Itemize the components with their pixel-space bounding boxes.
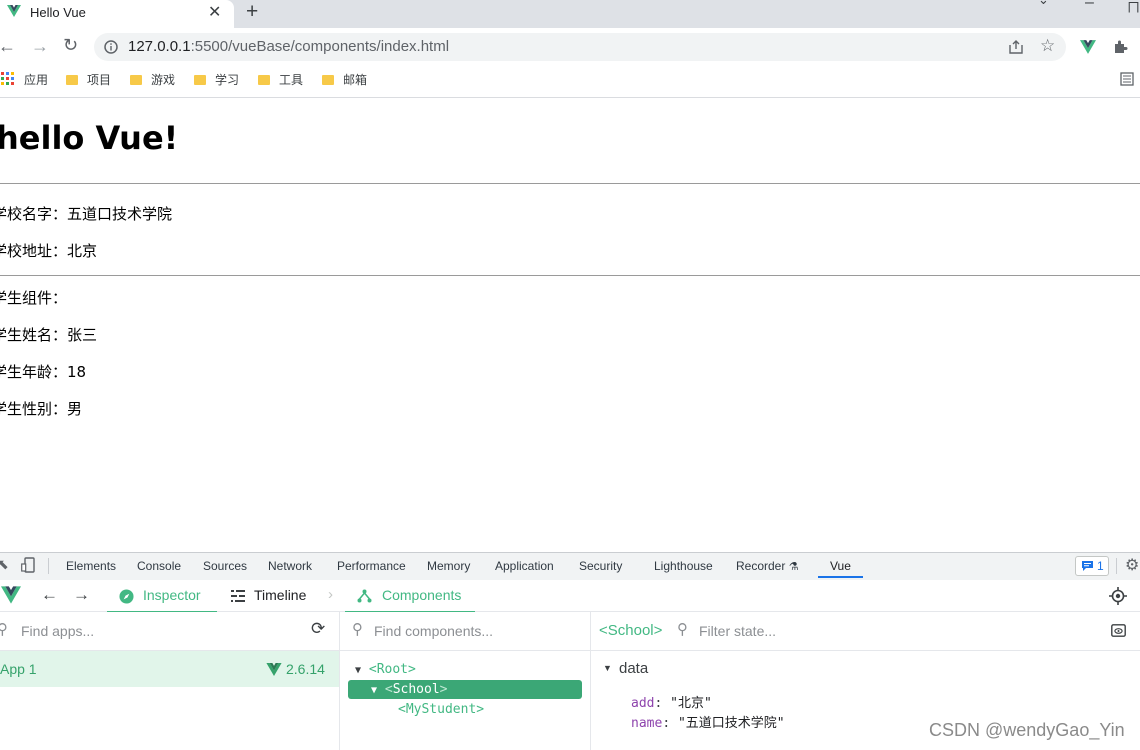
tab-security[interactable]: Security: [579, 559, 622, 573]
reload-icon[interactable]: ↻: [63, 35, 78, 56]
extensions-icon[interactable]: [1112, 39, 1128, 55]
search-icon: ⚲: [0, 621, 8, 638]
tab-recorder[interactable]: Recorder ⚗: [736, 559, 799, 573]
divider: [0, 183, 1140, 184]
tab-lighthouse[interactable]: Lighthouse: [654, 559, 713, 573]
school-address: 学校地址：北京: [0, 242, 98, 260]
student-component-label: 学生组件：: [0, 289, 68, 307]
bookmark-folder-games[interactable]: 游戏: [130, 71, 175, 88]
bookmark-folder-tools[interactable]: 工具: [258, 71, 303, 88]
tab-search-icon[interactable]: ⌄: [1038, 0, 1049, 8]
tree-node-root[interactable]: ▼ <Root>: [355, 662, 416, 677]
state-search-row: [591, 612, 1140, 651]
components-label: Components: [382, 587, 462, 603]
tab-title: Hello Vue: [30, 5, 86, 20]
divider: [0, 275, 1140, 276]
page-heading: hello Vue!: [0, 119, 179, 157]
tab-application[interactable]: Application: [495, 559, 554, 573]
tab-network[interactable]: Network: [268, 559, 312, 573]
flask-icon: ⚗: [788, 561, 799, 573]
vue-logo-icon: [266, 663, 282, 676]
search-icon: ⚲: [352, 621, 363, 638]
bookmark-apps[interactable]: 应用: [24, 71, 48, 88]
component-tree-icon: [357, 589, 372, 603]
student-name: 学生姓名：张三: [0, 326, 98, 344]
vue-devtools-extension-icon[interactable]: [1080, 40, 1096, 54]
tab-vue[interactable]: Vue: [830, 559, 851, 573]
message-icon: [1082, 561, 1093, 571]
settings-gear-icon[interactable]: ⚙: [1125, 555, 1139, 575]
compass-icon: [119, 589, 134, 604]
tab-timeline[interactable]: Timeline: [254, 587, 306, 603]
student-age: 学生年龄：18: [0, 363, 87, 381]
app-name: App 1: [0, 661, 37, 677]
tab-console[interactable]: Console: [137, 559, 181, 573]
find-apps-input[interactable]: Find apps...: [21, 623, 94, 639]
back-arrow-icon[interactable]: ←: [41, 585, 58, 605]
bookmark-folder-study[interactable]: 学习: [194, 71, 239, 88]
separator: [48, 558, 49, 574]
active-tab-indicator: [818, 576, 863, 578]
caret-down-icon: ▼: [355, 665, 362, 676]
forward-arrow-icon[interactable]: →: [73, 585, 90, 605]
filter-state-input[interactable]: Filter state...: [699, 623, 776, 639]
tree-node-mystudent[interactable]: <MyStudent>: [398, 702, 484, 717]
window-close-icon[interactable]: ㄇ: [1127, 0, 1140, 16]
device-toolbar-icon[interactable]: [21, 557, 37, 573]
folder-icon: [322, 75, 334, 85]
bookmark-folder-mail[interactable]: 邮箱: [322, 71, 367, 88]
tab-performance[interactable]: Performance: [337, 559, 406, 573]
chevron-right-icon: ›: [328, 586, 333, 603]
minimize-icon[interactable]: –: [1085, 0, 1094, 12]
vue-logo-icon: [1, 586, 21, 604]
folder-icon: [66, 75, 78, 85]
state-row-name[interactable]: name: "五道口技术学院": [631, 712, 785, 731]
reading-list-icon[interactable]: [1120, 72, 1134, 86]
target-select-icon[interactable]: [1109, 587, 1127, 605]
data-section-label: data: [619, 660, 649, 677]
school-name: 学校名字：五道口技术学院: [0, 205, 173, 223]
refresh-icon[interactable]: ⟳: [311, 619, 325, 639]
issues-badge[interactable]: 1: [1075, 556, 1109, 576]
url-text: 127.0.0.1:5500/vueBase/components/index.…: [128, 38, 450, 55]
back-icon[interactable]: ←: [0, 36, 16, 57]
student-gender: 学生性别：男: [0, 400, 83, 418]
forward-icon[interactable]: →: [31, 36, 49, 57]
tree-node-school-label: ▼ <School>: [371, 682, 448, 697]
inspect-element-icon[interactable]: ⬉: [0, 556, 9, 573]
vue-favicon-icon: [7, 5, 21, 17]
inspector-label: Inspector: [143, 587, 201, 603]
new-tab-button[interactable]: +: [246, 0, 258, 24]
folder-icon: [130, 75, 142, 85]
share-icon[interactable]: [1008, 39, 1024, 55]
open-in-editor-icon[interactable]: [1111, 624, 1126, 637]
vue-version: 2.6.14: [286, 661, 325, 677]
selected-component-name: <School>: [599, 622, 663, 639]
info-icon[interactable]: [104, 40, 118, 54]
find-components-input[interactable]: Find components...: [374, 623, 493, 639]
search-icon: ⚲: [677, 621, 688, 638]
timeline-icon: [231, 590, 245, 602]
caret-down-icon: ▼: [371, 685, 378, 696]
tab-elements[interactable]: Elements: [66, 559, 116, 573]
tab-memory[interactable]: Memory: [427, 559, 470, 573]
tab-close-icon[interactable]: ✕: [208, 2, 221, 22]
folder-icon: [258, 75, 270, 85]
apps-grid-icon[interactable]: [1, 72, 15, 86]
separator: [1116, 558, 1117, 574]
tab-sources[interactable]: Sources: [203, 559, 247, 573]
bookmark-star-icon[interactable]: ☆: [1040, 36, 1055, 56]
caret-down-icon[interactable]: ▼: [603, 663, 612, 673]
folder-icon: [194, 75, 206, 85]
bookmark-folder-projects[interactable]: 项目: [66, 71, 111, 88]
state-row-add[interactable]: add: "北京": [631, 692, 712, 711]
watermark: CSDN @wendyGao_Yin: [929, 720, 1125, 740]
